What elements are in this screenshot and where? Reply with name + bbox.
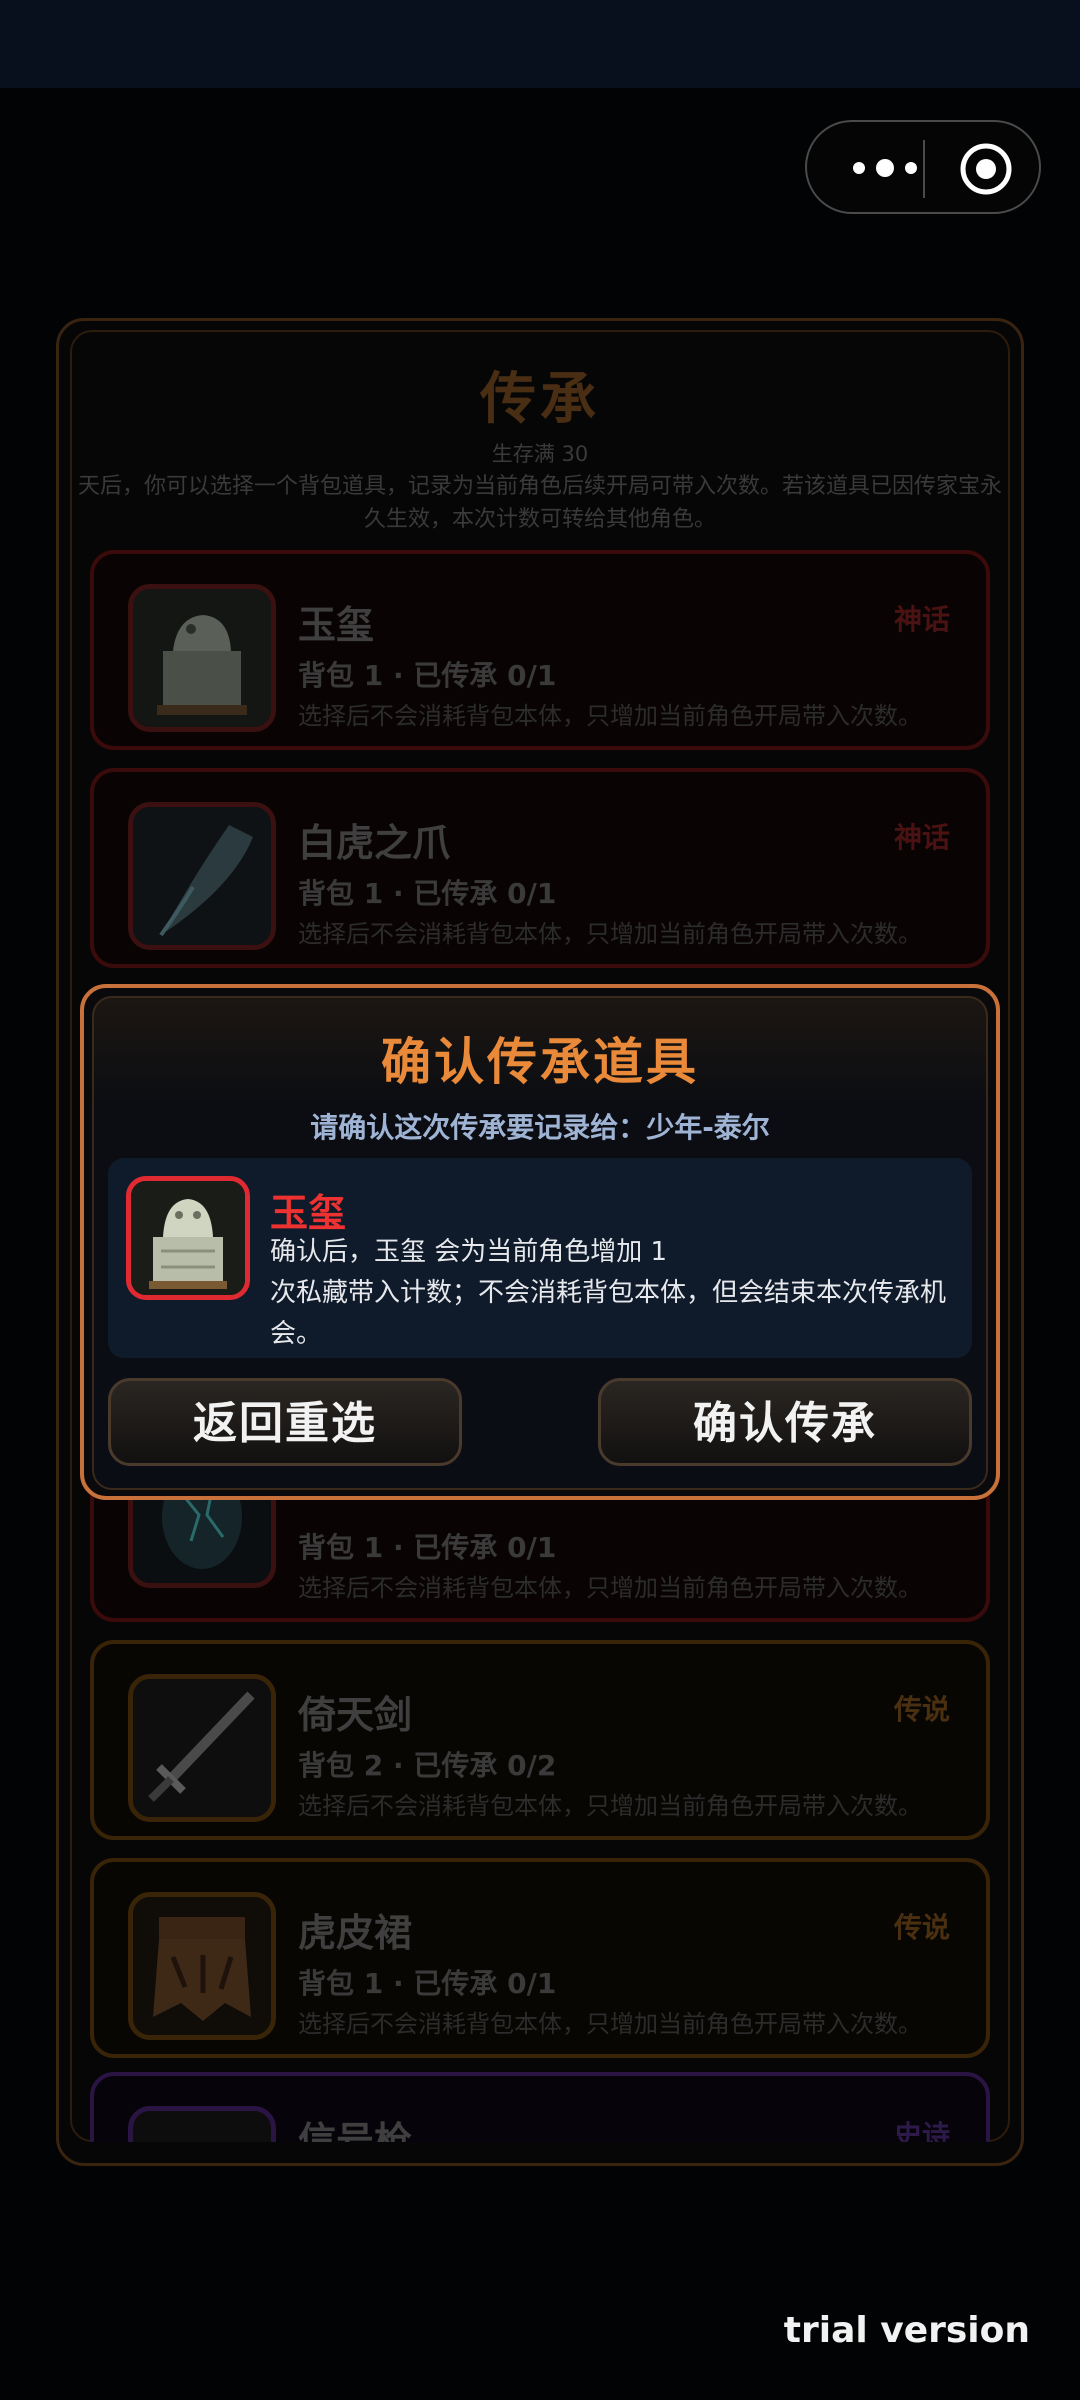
rarity-badge: 神话: [893, 603, 950, 636]
jade-seal-icon: [128, 584, 276, 732]
item-card-jade-seal[interactable]: 玉玺 背包 1 · 已传承 0/1 选择后不会消耗背包本体，只增加当前角色开局带…: [90, 550, 990, 750]
more-dots-icon[interactable]: [845, 148, 925, 188]
tiger-claw-icon: [128, 802, 276, 950]
item-stat: 背包 2 · 已传承 0/2: [298, 1749, 557, 1782]
item-note: 选择后不会消耗背包本体，只增加当前角色开局带入次数。: [298, 1574, 922, 1602]
confirm-inheritance-button[interactable]: 确认传承: [598, 1378, 972, 1466]
target-circle-icon[interactable]: [959, 142, 1013, 196]
item-note: 选择后不会消耗背包本体，只增加当前角色开局带入次数。: [298, 2010, 922, 2038]
modal-item-text: 确认后，玉玺 会为当前角色增加 1 次私藏带入计数；不会消耗背包本体，但会结束本…: [270, 1237, 947, 1349]
jade-seal-icon: [126, 1176, 250, 1300]
rarity-badge: 传说: [893, 1911, 950, 1944]
item-name: 虎皮裙: [298, 1911, 413, 1955]
item-card-white-tiger-claw[interactable]: 白虎之爪 背包 1 · 已传承 0/1 选择后不会消耗背包本体，只增加当前角色开…: [90, 768, 990, 968]
tiger-skirt-icon: [128, 1892, 276, 2040]
rarity-badge: 神话: [893, 821, 950, 854]
back-reselect-button[interactable]: 返回重选: [108, 1378, 462, 1466]
item-stat: 背包 1 · 已传承 0/1: [298, 1531, 557, 1564]
status-bar: [0, 0, 1080, 88]
item-name: 白虎之爪: [298, 821, 451, 865]
capsule-divider: [923, 140, 925, 198]
item-card-yitian-sword[interactable]: 倚天剑 背包 2 · 已传承 0/2 选择后不会消耗背包本体，只增加当前角色开局…: [90, 1640, 990, 1840]
item-note: 选择后不会消耗背包本体，只增加当前角色开局带入次数。: [298, 702, 922, 730]
item-name: 玉玺: [298, 603, 375, 647]
rarity-badge: 传说: [893, 1693, 950, 1726]
sword-icon: [128, 1674, 276, 1822]
modal-item-name: 玉玺: [270, 1191, 347, 1235]
item-note: 选择后不会消耗背包本体，只增加当前角色开局带入次数。: [298, 920, 922, 948]
panel-subtitle: 生存满 30: [491, 442, 589, 466]
trial-version-watermark: trial version: [783, 2310, 1030, 2351]
list-scroll-clip: 信号枪 史诗: [90, 2072, 990, 2142]
miniprogram-capsule: [805, 120, 1041, 214]
item-card-tiger-skirt[interactable]: 虎皮裙 背包 1 · 已传承 0/1 选择后不会消耗背包本体，只增加当前角色开局…: [90, 1858, 990, 2058]
rarity-badge: 史诗: [893, 2119, 950, 2142]
item-stat: 背包 1 · 已传承 0/1: [298, 877, 557, 910]
item-note: 选择后不会消耗背包本体，只增加当前角色开局带入次数。: [298, 1792, 922, 1820]
flare-gun-icon: [128, 2106, 276, 2142]
item-name: 信号枪: [298, 2119, 413, 2142]
panel-description: 天后，你可以选择一个背包道具，记录为当前角色后续开局可带入次数。若该道具已因传家…: [78, 474, 1003, 532]
item-stat: 背包 1 · 已传承 0/1: [298, 1967, 557, 2000]
panel-title: 传承: [480, 367, 600, 432]
item-name: 倚天剑: [298, 1693, 413, 1737]
modal-subtitle: 请确认这次传承要记录给：少年-泰尔: [310, 1111, 770, 1144]
item-card-flare-gun[interactable]: 信号枪 史诗: [90, 2072, 990, 2142]
item-stat: 背包 1 · 已传承 0/1: [298, 659, 557, 692]
modal-title: 确认传承道具: [381, 1033, 699, 1091]
